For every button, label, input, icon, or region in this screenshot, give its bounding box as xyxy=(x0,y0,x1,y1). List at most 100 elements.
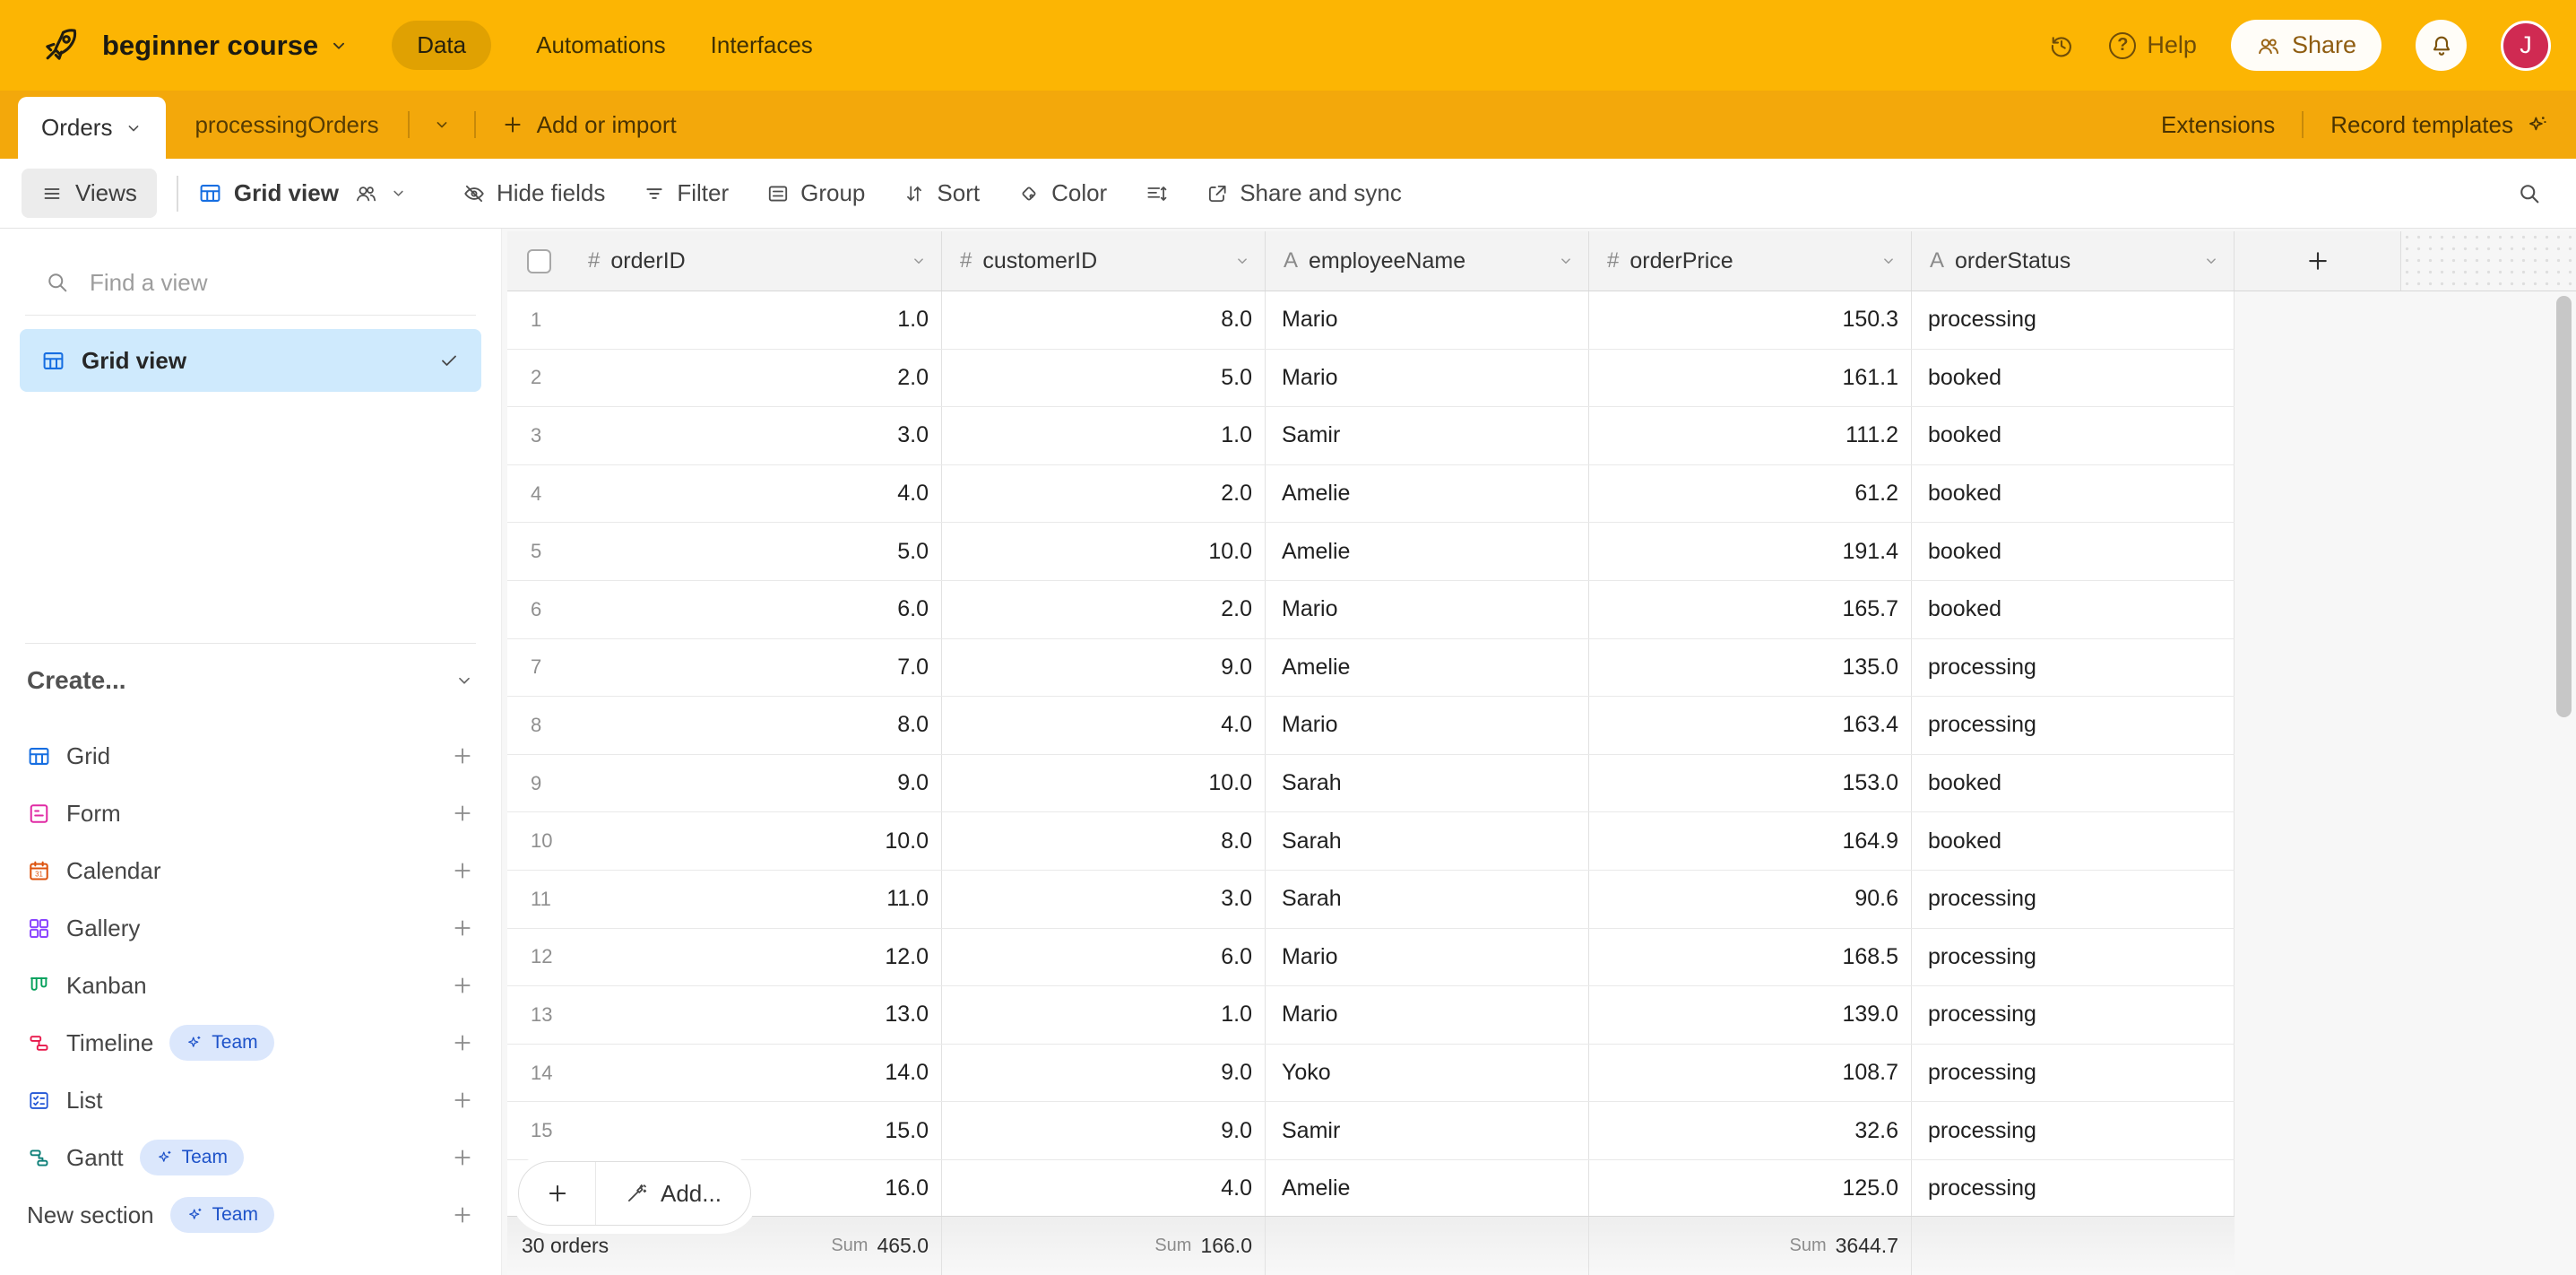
toolbar-button-group[interactable]: Group xyxy=(766,179,865,207)
cell-customerID[interactable]: 2.0 xyxy=(942,581,1266,638)
cell-orderStatus[interactable]: processing xyxy=(1912,929,2235,986)
toolbar-button-sort[interactable]: Sort xyxy=(903,179,980,207)
add-view-plus-icon[interactable] xyxy=(451,1031,474,1054)
add-view-plus-icon[interactable] xyxy=(451,1146,474,1169)
add-record-button[interactable] xyxy=(519,1162,596,1225)
cell-orderStatus[interactable]: booked xyxy=(1912,812,2235,870)
add-view-plus-icon[interactable] xyxy=(451,1089,474,1112)
history-icon[interactable] xyxy=(2048,32,2075,59)
cell-orderID[interactable]: 4.0 xyxy=(570,465,942,523)
table-row[interactable]: 1616.04.0Amelie125.0processing xyxy=(507,1160,2235,1219)
cell-orderID[interactable]: 2.0 xyxy=(570,350,942,407)
sidebar-create-item-calendar[interactable]: 31Calendar xyxy=(0,842,501,899)
add-view-plus-icon[interactable] xyxy=(451,974,474,997)
cell-orderID[interactable]: 1.0 xyxy=(570,291,942,349)
cell-orderID[interactable]: 6.0 xyxy=(570,581,942,638)
table-row[interactable]: 99.010.0Sarah153.0booked xyxy=(507,755,2235,813)
cell-orderPrice[interactable]: 163.4 xyxy=(1589,697,1912,754)
cell-employeeName[interactable]: Yoko xyxy=(1266,1045,1589,1102)
vertical-scrollbar[interactable] xyxy=(2556,296,2572,717)
column-header-orderID[interactable]: #orderID xyxy=(570,231,942,291)
toolbar-button-row-height[interactable] xyxy=(1145,182,1168,205)
extensions-button[interactable]: Extensions xyxy=(2161,111,2275,139)
cell-orderStatus[interactable]: booked xyxy=(1912,350,2235,407)
chevron-down-icon[interactable] xyxy=(2203,253,2219,269)
find-view-search[interactable] xyxy=(45,257,465,308)
table-row[interactable]: 11.08.0Mario150.3processing xyxy=(507,291,2235,350)
column-header-orderStatus[interactable]: AorderStatus xyxy=(1912,231,2235,291)
cell-customerID[interactable]: 2.0 xyxy=(942,465,1266,523)
cell-employeeName[interactable]: Mario xyxy=(1266,697,1589,754)
tabs-dropdown-icon[interactable] xyxy=(410,116,474,134)
cell-orderID[interactable]: 11.0 xyxy=(570,871,942,928)
cell-orderPrice[interactable]: 165.7 xyxy=(1589,581,1912,638)
cell-orderStatus[interactable]: booked xyxy=(1912,755,2235,812)
sum-orderprice[interactable]: 3644.7 xyxy=(1836,1234,1898,1258)
cell-employeeName[interactable]: Mario xyxy=(1266,986,1589,1044)
search-icon[interactable] xyxy=(2517,181,2542,206)
cell-employeeName[interactable]: Sarah xyxy=(1266,755,1589,812)
cell-orderPrice[interactable]: 168.5 xyxy=(1589,929,1912,986)
tab-orders[interactable]: Orders xyxy=(18,97,166,159)
cell-customerID[interactable]: 3.0 xyxy=(942,871,1266,928)
toolbar-button-filter[interactable]: Filter xyxy=(643,179,729,207)
cell-employeeName[interactable]: Mario xyxy=(1266,291,1589,349)
cell-orderID[interactable]: 8.0 xyxy=(570,697,942,754)
add-field-button[interactable] xyxy=(2235,231,2401,291)
chevron-down-icon[interactable] xyxy=(1234,253,1250,269)
cell-orderStatus[interactable]: processing xyxy=(1912,1045,2235,1102)
table-row[interactable]: 55.010.0Amelie191.4booked xyxy=(507,523,2235,581)
cell-orderID[interactable]: 13.0 xyxy=(570,986,942,1044)
cell-orderPrice[interactable]: 161.1 xyxy=(1589,350,1912,407)
cell-employeeName[interactable]: Amelie xyxy=(1266,1160,1589,1218)
chevron-down-icon[interactable] xyxy=(911,253,927,269)
notifications-button[interactable] xyxy=(2416,20,2467,71)
select-all-checkbox[interactable] xyxy=(527,249,551,273)
sidebar-create-item-timeline[interactable]: TimelineTeam xyxy=(0,1014,501,1071)
add-view-plus-icon[interactable] xyxy=(451,916,474,940)
cell-customerID[interactable]: 5.0 xyxy=(942,350,1266,407)
sidebar-create-item-gantt[interactable]: GanttTeam xyxy=(0,1129,501,1186)
cell-customerID[interactable]: 10.0 xyxy=(942,523,1266,580)
sidebar-create-item-new-section[interactable]: New sectionTeam xyxy=(0,1186,501,1244)
cell-orderID[interactable]: 9.0 xyxy=(570,755,942,812)
cell-orderStatus[interactable]: processing xyxy=(1912,1102,2235,1159)
cell-orderStatus[interactable]: processing xyxy=(1912,639,2235,697)
cell-orderStatus[interactable]: processing xyxy=(1912,291,2235,349)
table-row[interactable]: 1010.08.0Sarah164.9booked xyxy=(507,812,2235,871)
add-with-ai-button[interactable]: Add... xyxy=(596,1180,750,1208)
cell-orderStatus[interactable]: processing xyxy=(1912,1160,2235,1218)
grid-view-button[interactable]: Grid view xyxy=(198,179,407,207)
table-row[interactable]: 1111.03.0Sarah90.6processing xyxy=(507,871,2235,929)
cell-customerID[interactable]: 8.0 xyxy=(942,812,1266,870)
nav-tab-interfaces[interactable]: Interfaces xyxy=(711,31,813,59)
cell-orderPrice[interactable]: 125.0 xyxy=(1589,1160,1912,1218)
cell-orderPrice[interactable]: 150.3 xyxy=(1589,291,1912,349)
share-button[interactable]: Share xyxy=(2231,20,2382,71)
nav-tab-data[interactable]: Data xyxy=(392,21,491,70)
table-row[interactable]: 33.01.0Samir111.2booked xyxy=(507,407,2235,465)
workspace-title[interactable]: beginner course xyxy=(102,30,318,62)
cell-orderID[interactable]: 3.0 xyxy=(570,407,942,464)
column-header-employeeName[interactable]: AemployeeName xyxy=(1266,231,1589,291)
add-view-plus-icon[interactable] xyxy=(451,859,474,882)
tab-processing-orders[interactable]: processingOrders xyxy=(166,111,407,139)
cell-employeeName[interactable]: Mario xyxy=(1266,350,1589,407)
cell-employeeName[interactable]: Mario xyxy=(1266,929,1589,986)
cell-customerID[interactable]: 1.0 xyxy=(942,407,1266,464)
cell-orderStatus[interactable]: booked xyxy=(1912,581,2235,638)
cell-orderPrice[interactable]: 108.7 xyxy=(1589,1045,1912,1102)
table-row[interactable]: 22.05.0Mario161.1booked xyxy=(507,350,2235,408)
cell-orderID[interactable]: 7.0 xyxy=(570,639,942,697)
cell-orderPrice[interactable]: 135.0 xyxy=(1589,639,1912,697)
tab-chevron-icon[interactable] xyxy=(125,119,143,137)
cell-employeeName[interactable]: Amelie xyxy=(1266,639,1589,697)
cell-orderPrice[interactable]: 164.9 xyxy=(1589,812,1912,870)
cell-employeeName[interactable]: Amelie xyxy=(1266,465,1589,523)
chevron-down-icon[interactable] xyxy=(1558,253,1574,269)
user-avatar[interactable]: J xyxy=(2501,21,2551,71)
cell-orderPrice[interactable]: 90.6 xyxy=(1589,871,1912,928)
table-row[interactable]: 1515.09.0Samir32.6processing xyxy=(507,1102,2235,1160)
cell-employeeName[interactable]: Amelie xyxy=(1266,523,1589,580)
sidebar-create-item-form[interactable]: Form xyxy=(0,785,501,842)
